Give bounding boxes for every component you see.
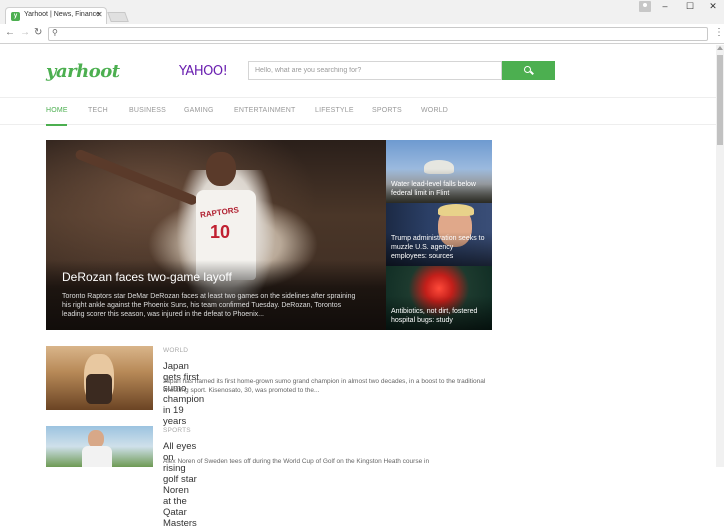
- side-story-antibiotics[interactable]: Antibiotics, not dirt, fostered hospital…: [386, 266, 492, 330]
- close-window-icon[interactable]: ✕: [706, 1, 720, 12]
- nav-item-tech[interactable]: TECH: [88, 107, 108, 114]
- side-story-title: Water lead-level falls below federal lim…: [391, 181, 476, 197]
- hero-story[interactable]: RAPTORS 10 DeRozan faces two-game layoff…: [46, 140, 386, 330]
- minimize-icon[interactable]: –: [658, 1, 672, 11]
- nav-item-business[interactable]: BUSINESS: [129, 107, 166, 114]
- reload-icon[interactable]: ↻: [34, 27, 42, 38]
- nav-item-sports[interactable]: SPORTS: [372, 107, 402, 114]
- browser-toolbar: ← → ↻ ⚲ ⋮: [0, 24, 724, 44]
- back-icon[interactable]: ←: [5, 27, 15, 38]
- side-story-water[interactable]: Water lead-level falls below federal lim…: [386, 140, 492, 203]
- hero-jersey-number: 10: [210, 222, 231, 242]
- golf-image: [46, 426, 153, 467]
- article-description: Alex Noren of Sweden tees off during the…: [163, 458, 430, 465]
- site-logo[interactable]: yarhoot: [46, 61, 120, 82]
- maximize-icon[interactable]: ☐: [683, 1, 697, 12]
- article-category[interactable]: WORLD: [163, 347, 188, 354]
- yarhoot-favicon-icon: y: [11, 12, 20, 21]
- browser-tab[interactable]: y Yarhoot | News, Finance ✕: [5, 7, 107, 25]
- sumo-image: [46, 346, 153, 410]
- golfer-shirt: [82, 446, 112, 467]
- nav-item-gaming[interactable]: GAMING: [184, 107, 214, 114]
- side-story-trump[interactable]: Trump administration seeks to muzzle U.S…: [386, 203, 492, 266]
- hero-description: Toronto Raptors star DeMar DeRozan faces…: [62, 293, 356, 318]
- nav-item-entertainment[interactable]: ENTERTAINMENT: [234, 107, 295, 114]
- browser-tab-strip: y Yarhoot | News, Finance ✕ – ☐ ✕: [0, 0, 724, 25]
- side-story-title: Trump administration seeks to muzzle U.S…: [391, 235, 485, 260]
- address-bar[interactable]: ⚲: [48, 27, 708, 41]
- article-title[interactable]: All eyes on rising golf star Noren at th…: [163, 441, 197, 529]
- new-tab-button[interactable]: [107, 12, 129, 22]
- browser-menu-icon[interactable]: ⋮: [714, 27, 724, 38]
- user-profile-icon[interactable]: [639, 1, 651, 12]
- hero-title[interactable]: DeRozan faces two-game layoff: [62, 270, 232, 284]
- side-story-title: Antibiotics, not dirt, fostered hospital…: [391, 308, 478, 324]
- hero-player-head: [206, 152, 236, 186]
- nav-item-lifestyle[interactable]: LIFESTYLE: [315, 107, 354, 114]
- active-nav-indicator: [46, 124, 67, 126]
- nav-item-home[interactable]: HOME: [46, 107, 68, 114]
- scroll-up-icon[interactable]: [717, 46, 723, 50]
- hair-shape: [438, 204, 474, 216]
- article-category[interactable]: SPORTS: [163, 427, 191, 434]
- partner-logo[interactable]: YAHOO!: [179, 64, 228, 79]
- search-icon: ⚲: [52, 28, 58, 37]
- tab-title: Yarhoot | News, Finance: [24, 11, 101, 18]
- page-scrollbar[interactable]: [716, 45, 724, 467]
- forward-icon[interactable]: →: [20, 27, 30, 38]
- sumo-robe: [86, 374, 112, 404]
- category-nav: HOME TECH BUSINESS GAMING ENTERTAINMENT …: [0, 97, 716, 126]
- search-button[interactable]: [502, 61, 555, 80]
- search-icon: [524, 66, 531, 73]
- article-description: Japan has named its first home-grown sum…: [163, 378, 486, 394]
- scrollbar-thumb[interactable]: [717, 55, 723, 145]
- search-input[interactable]: [248, 61, 502, 80]
- nav-item-world[interactable]: WORLD: [421, 107, 448, 114]
- close-tab-icon[interactable]: ✕: [96, 10, 103, 19]
